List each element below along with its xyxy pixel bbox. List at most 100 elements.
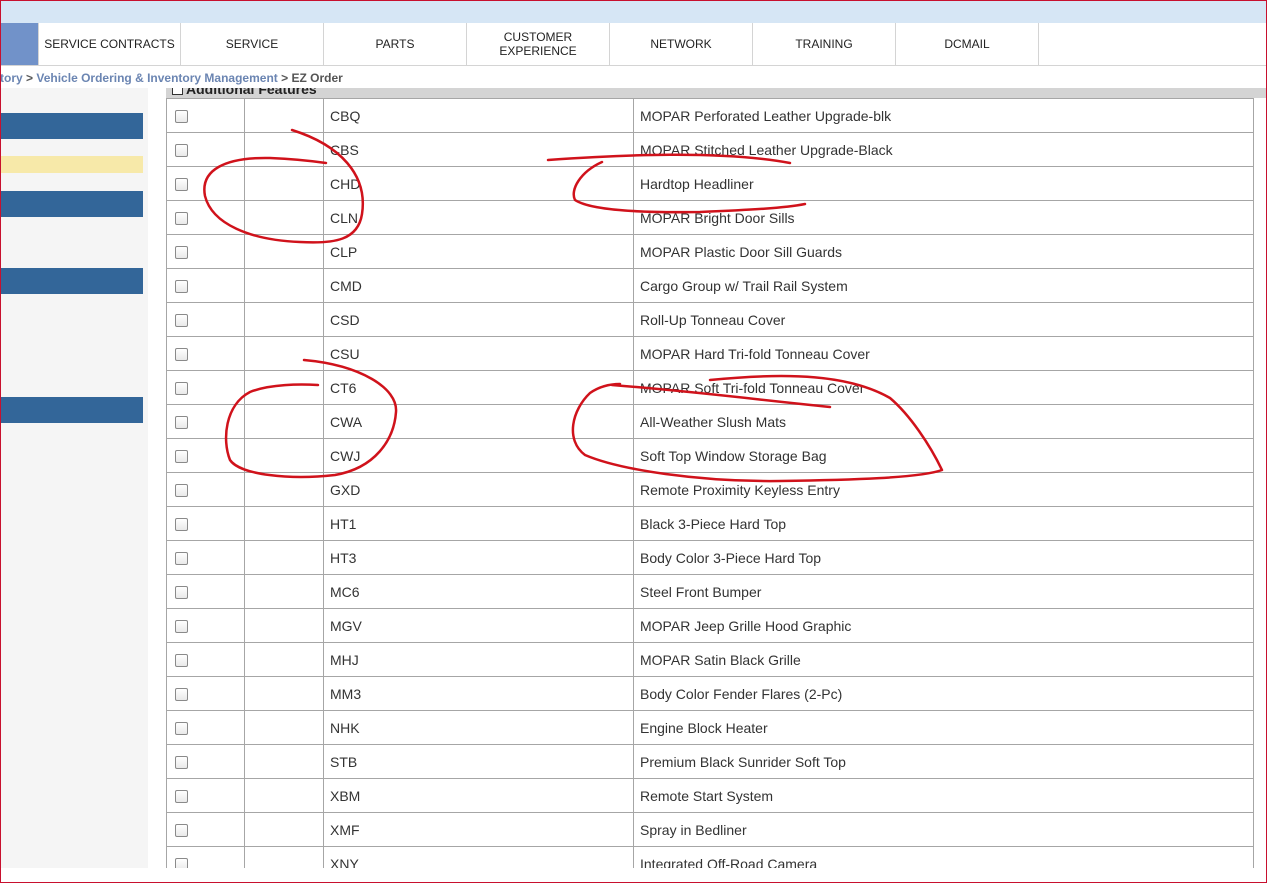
- row-checkbox-cell: [166, 506, 245, 541]
- nav-tab-service-contracts[interactable]: SERVICE CONTRACTS: [38, 23, 181, 65]
- nav-tab-label: SERVICE CONTRACTS: [44, 37, 175, 51]
- row-checkbox[interactable]: [175, 552, 188, 566]
- option-code: CBS: [323, 132, 634, 167]
- row-blank-cell: [244, 132, 324, 167]
- table-row: CBS MOPAR Stitched Leather Upgrade-Black: [166, 132, 1254, 167]
- row-checkbox[interactable]: [175, 484, 188, 498]
- row-checkbox[interactable]: [175, 654, 188, 668]
- option-code: CLP: [323, 234, 634, 269]
- table-row: CWJ Soft Top Window Storage Bag: [166, 438, 1254, 473]
- table-row: MHJ MOPAR Satin Black Grille: [166, 642, 1254, 677]
- option-description: Body Color 3-Piece Hard Top: [633, 540, 1254, 575]
- option-code: MM3: [323, 676, 634, 711]
- nav-home-button[interactable]: [0, 23, 38, 65]
- row-checkbox-cell: [166, 574, 245, 609]
- row-blank-cell: [244, 370, 324, 405]
- table-row: NHK Engine Block Heater: [166, 710, 1254, 745]
- row-checkbox[interactable]: [175, 824, 188, 838]
- row-checkbox[interactable]: [175, 178, 188, 192]
- option-description: Roll-Up Tonneau Cover: [633, 302, 1254, 337]
- option-code: CLN: [323, 200, 634, 235]
- row-checkbox-cell: [166, 438, 245, 473]
- table-row: CLN MOPAR Bright Door Sills: [166, 200, 1254, 235]
- sidebar: [0, 88, 148, 868]
- table-row: CMD Cargo Group w/ Trail Rail System: [166, 268, 1254, 303]
- row-checkbox[interactable]: [175, 110, 188, 124]
- option-description: Cargo Group w/ Trail Rail System: [633, 268, 1254, 303]
- options-table: CBQ MOPAR Perforated Leather Upgrade-blk C…: [166, 98, 1254, 868]
- sidebar-item[interactable]: [0, 268, 143, 294]
- row-checkbox[interactable]: [175, 756, 188, 770]
- row-blank-cell: [244, 438, 324, 473]
- row-checkbox[interactable]: [175, 518, 188, 532]
- row-checkbox[interactable]: [175, 688, 188, 702]
- row-checkbox[interactable]: [175, 586, 188, 600]
- option-code: MGV: [323, 608, 634, 643]
- breadcrumb-link-vehicle-ordering[interactable]: Vehicle Ordering & Inventory Management: [36, 71, 277, 85]
- nav-tab-label: PARTS: [375, 37, 415, 51]
- row-checkbox-cell: [166, 846, 245, 868]
- option-code: CBQ: [323, 98, 634, 133]
- row-checkbox[interactable]: [175, 620, 188, 634]
- option-description: MOPAR Soft Tri-fold Tonneau Cover: [633, 370, 1254, 405]
- table-row: CBQ MOPAR Perforated Leather Upgrade-blk: [166, 98, 1254, 133]
- nav-tab-training[interactable]: TRAINING: [753, 23, 896, 65]
- option-code: NHK: [323, 710, 634, 745]
- row-checkbox[interactable]: [175, 382, 188, 396]
- nav-tab-label: TRAINING: [795, 37, 853, 51]
- row-checkbox-cell: [166, 336, 245, 371]
- row-checkbox-cell: [166, 642, 245, 677]
- row-checkbox-cell: [166, 404, 245, 439]
- nav-tab-service[interactable]: SERVICE: [181, 23, 324, 65]
- option-description: Steel Front Bumper: [633, 574, 1254, 609]
- row-checkbox-cell: [166, 778, 245, 813]
- nav-tab-network[interactable]: NETWORK: [610, 23, 753, 65]
- row-blank-cell: [244, 404, 324, 439]
- row-checkbox[interactable]: [175, 212, 188, 226]
- option-code: CWA: [323, 404, 634, 439]
- option-description: MOPAR Satin Black Grille: [633, 642, 1254, 677]
- section-select-all-checkbox[interactable]: [172, 88, 183, 95]
- option-description: Engine Block Heater: [633, 710, 1254, 745]
- option-code: CT6: [323, 370, 634, 405]
- table-row: CT6 MOPAR Soft Tri-fold Tonneau Cover: [166, 370, 1254, 405]
- table-row: MGV MOPAR Jeep Grille Hood Graphic: [166, 608, 1254, 643]
- row-checkbox[interactable]: [175, 314, 188, 328]
- option-description: Premium Black Sunrider Soft Top: [633, 744, 1254, 779]
- row-checkbox-cell: [166, 234, 245, 269]
- nav-tab-parts[interactable]: PARTS: [324, 23, 467, 65]
- option-description: MOPAR Jeep Grille Hood Graphic: [633, 608, 1254, 643]
- table-row: CLP MOPAR Plastic Door Sill Guards: [166, 234, 1254, 269]
- option-code: XMF: [323, 812, 634, 847]
- table-row: XBM Remote Start System: [166, 778, 1254, 813]
- table-row: GXD Remote Proximity Keyless Entry: [166, 472, 1254, 507]
- row-blank-cell: [244, 336, 324, 371]
- nav-tab-customer-experience[interactable]: CUSTOMER EXPERIENCE: [467, 23, 610, 65]
- main-nav: SERVICE CONTRACTS SERVICE PARTS CUSTOMER…: [0, 23, 1267, 66]
- options-panel: Additional Features CBQ MOPAR Perforated …: [166, 88, 1267, 868]
- row-checkbox[interactable]: [175, 348, 188, 362]
- row-checkbox[interactable]: [175, 450, 188, 464]
- sidebar-item[interactable]: [0, 113, 143, 139]
- nav-tab-label: CUSTOMER EXPERIENCE: [499, 30, 577, 58]
- sidebar-item[interactable]: [0, 191, 143, 217]
- table-row: MM3 Body Color Fender Flares (2-Pc): [166, 676, 1254, 711]
- row-checkbox[interactable]: [175, 416, 188, 430]
- row-blank-cell: [244, 540, 324, 575]
- row-blank-cell: [244, 608, 324, 643]
- row-checkbox[interactable]: [175, 790, 188, 804]
- row-checkbox[interactable]: [175, 858, 188, 868]
- row-checkbox[interactable]: [175, 246, 188, 260]
- breadcrumb-link-inventory[interactable]: tory: [0, 71, 23, 85]
- sidebar-item-highlighted[interactable]: [0, 156, 143, 173]
- option-code: CHD: [323, 166, 634, 201]
- option-description: Soft Top Window Storage Bag: [633, 438, 1254, 473]
- option-description: Spray in Bedliner: [633, 812, 1254, 847]
- option-description: Black 3-Piece Hard Top: [633, 506, 1254, 541]
- row-checkbox-cell: [166, 812, 245, 847]
- row-checkbox[interactable]: [175, 280, 188, 294]
- row-checkbox[interactable]: [175, 722, 188, 736]
- nav-tab-dcmail[interactable]: DCMAIL: [896, 23, 1039, 65]
- row-checkbox[interactable]: [175, 144, 188, 158]
- sidebar-item[interactable]: [0, 397, 143, 423]
